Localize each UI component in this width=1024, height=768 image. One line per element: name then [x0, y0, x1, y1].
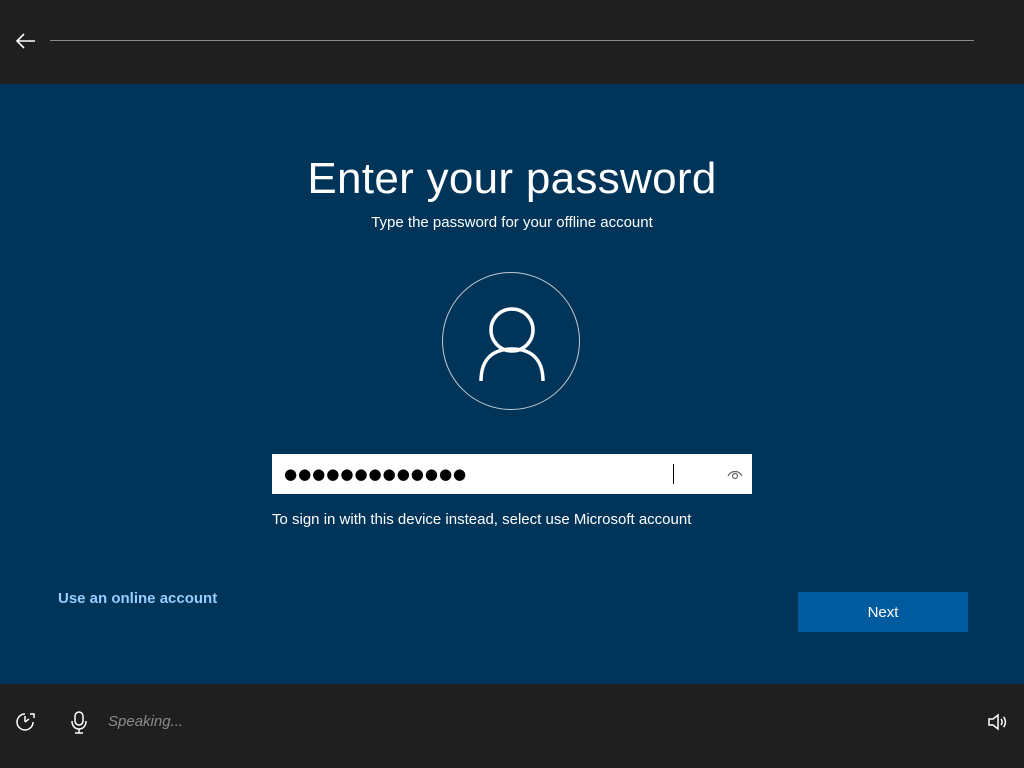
page-title: Enter your password	[307, 154, 717, 203]
top-bar	[0, 0, 1024, 84]
eye-icon	[727, 470, 743, 480]
user-icon	[479, 307, 545, 382]
next-button[interactable]: Next	[798, 592, 968, 632]
bottom-bar: Speaking...	[0, 684, 1024, 768]
microphone-icon	[71, 711, 87, 734]
microphone-button[interactable]	[68, 710, 90, 734]
speaking-status: Speaking...	[108, 713, 184, 730]
hint-text: To sign in with this device instead, sel…	[272, 511, 692, 528]
volume-icon	[988, 713, 1007, 731]
reveal-password-button[interactable]	[724, 464, 746, 484]
text-caret	[673, 464, 674, 484]
ease-of-access-button[interactable]	[13, 710, 37, 734]
back-button[interactable]	[10, 26, 40, 56]
avatar	[442, 272, 580, 410]
password-field[interactable]	[272, 454, 752, 494]
password-input[interactable]	[272, 454, 712, 494]
page-subtitle: Type the password for your offline accou…	[371, 214, 653, 231]
volume-button[interactable]	[985, 710, 1009, 734]
progress-line	[50, 40, 974, 41]
main-panel: Enter your password Type the password fo…	[0, 84, 1024, 684]
use-online-account-link[interactable]: Use an online account	[58, 590, 217, 607]
ease-of-access-icon	[16, 713, 35, 731]
arrow-left-icon	[15, 33, 35, 49]
